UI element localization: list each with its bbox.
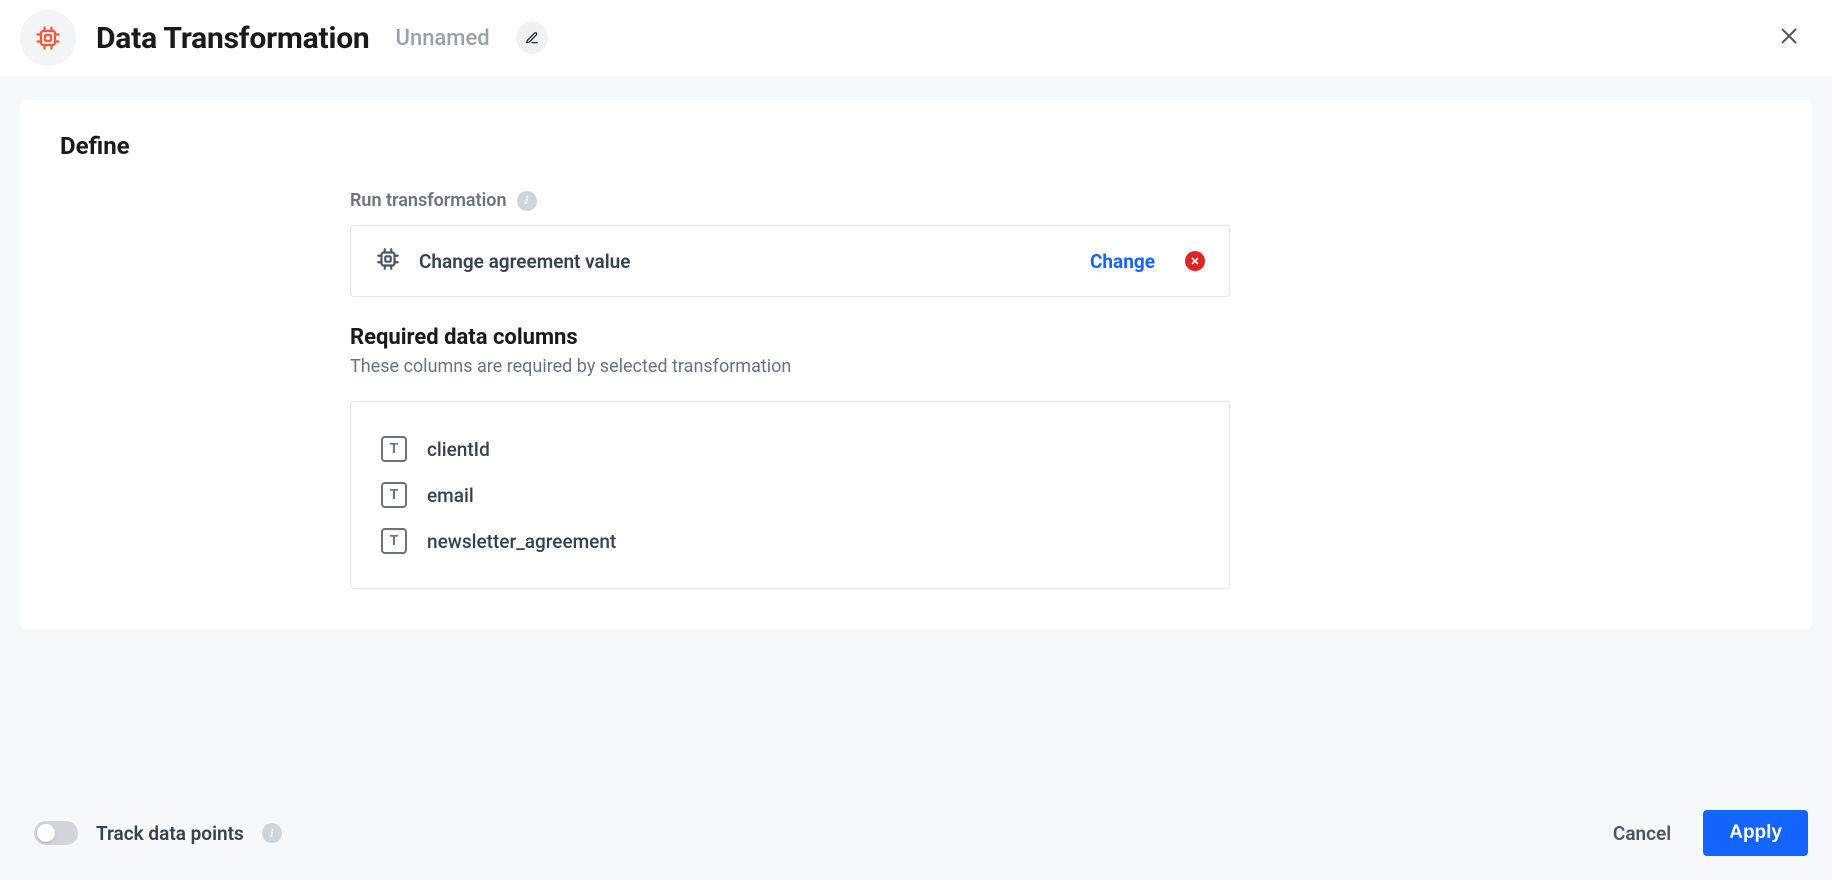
info-icon[interactable]: i [517,191,537,211]
edit-name-button[interactable] [516,22,548,54]
track-data-points-toggle[interactable] [34,821,78,845]
define-heading: Define [60,132,1772,160]
info-icon[interactable]: i [262,823,282,843]
header-left: Data Transformation Unnamed [20,10,1770,66]
column-name: clientId [427,438,490,461]
required-columns-subtext: These columns are required by selected t… [350,356,1230,377]
chip-icon [20,10,76,66]
change-transformation-button[interactable]: Change [1090,250,1155,273]
column-row: T clientId [375,426,1205,472]
transformation-selector: Change agreement value Change [350,225,1230,297]
define-card: Define Run transformation i [20,100,1812,629]
column-name: newsletter_agreement [427,530,616,553]
run-transformation-label-row: Run transformation i [350,190,1230,211]
form-area: Run transformation i [350,190,1230,589]
required-columns-heading: Required data columns [350,325,1230,350]
content-area: Define Run transformation i [0,76,1832,800]
footer-left: Track data points i [34,821,1607,845]
page-title: Data Transformation [96,21,370,56]
close-button[interactable] [1770,17,1808,59]
required-columns-box: T clientId T email T newsletter_agreemen… [350,401,1230,589]
close-icon [1778,25,1800,47]
cancel-button[interactable]: Cancel [1607,812,1677,855]
column-row: T email [375,472,1205,518]
pencil-icon [525,31,539,45]
page-header: Data Transformation Unnamed [0,0,1832,76]
track-data-points-label: Track data points [96,822,244,845]
transformation-name: Change agreement value [419,250,1072,273]
type-text-icon: T [381,436,407,462]
chip-icon [375,246,401,276]
footer: Track data points i Cancel Apply [0,800,1832,880]
type-text-icon: T [381,482,407,508]
column-row: T newsletter_agreement [375,518,1205,564]
footer-right: Cancel Apply [1607,810,1808,856]
error-icon[interactable] [1185,251,1205,271]
toggle-knob [37,824,55,842]
run-transformation-label: Run transformation [350,190,507,211]
column-name: email [427,484,474,507]
apply-button[interactable]: Apply [1703,810,1808,856]
type-text-icon: T [381,528,407,554]
page-subtitle: Unnamed [396,26,490,51]
